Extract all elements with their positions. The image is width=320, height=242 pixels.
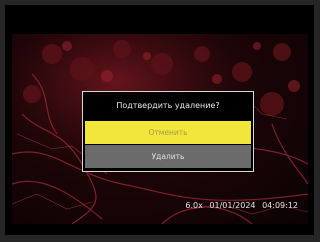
screen: Подтвердить удаление? Отменить Удалить 6…	[5, 5, 314, 235]
zoom-level: 6.0x	[185, 201, 203, 210]
time-stamp: 04:09:12	[262, 201, 298, 210]
date-stamp: 01/01/2024	[209, 201, 256, 210]
status-overlay: 6.0x 01/01/2024 04:09:12	[181, 201, 298, 210]
delete-button[interactable]: Удалить	[85, 145, 251, 168]
cancel-button[interactable]: Отменить	[85, 121, 251, 144]
dialog-title: Подтвердить удаление?	[116, 101, 220, 110]
confirm-delete-dialog: Подтвердить удаление? Отменить Удалить	[82, 91, 254, 172]
device-frame: Подтвердить удаление? Отменить Удалить 6…	[0, 0, 320, 242]
